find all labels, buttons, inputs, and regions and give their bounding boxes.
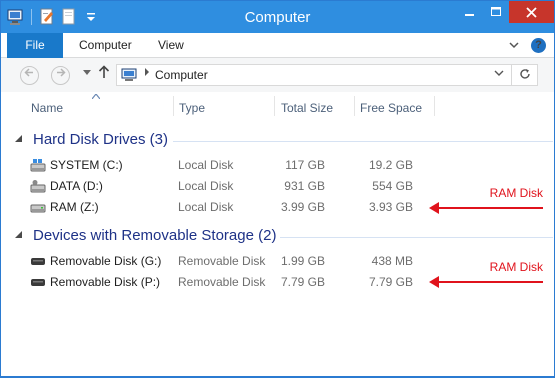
group-divider [280, 237, 553, 238]
forward-button[interactable] [51, 66, 70, 85]
drive-total-size: 931 GB [284, 179, 325, 193]
drive-total-size: 3.99 GB [280, 200, 325, 214]
drive-free-space: 3.93 GB [368, 200, 413, 214]
drive-total-size: 1.99 GB [280, 254, 325, 268]
column-divider[interactable] [173, 96, 174, 116]
minimize-icon [465, 14, 474, 16]
drive-row-removable-g[interactable]: Removable Disk (G:) Removable Disk 1.99 … [1, 251, 554, 272]
drive-name: SYSTEM (C:) [50, 158, 123, 172]
ram-disk-annotation: RAM Disk [429, 186, 543, 214]
explorer-window: Computer File Computer View ? Computer N… [0, 0, 555, 378]
tab-computer[interactable]: Computer [79, 33, 132, 58]
removable-drive-icon [30, 275, 46, 290]
forward-arrow-icon [57, 68, 66, 77]
title-bar[interactable]: Computer [1, 1, 554, 33]
group-header-removable-storage[interactable]: Devices with Removable Storage (2) [33, 227, 276, 244]
drive-total-size: 7.79 GB [280, 275, 325, 289]
window-border [1, 376, 554, 377]
ribbon-controls: ? [497, 38, 546, 53]
close-icon [526, 6, 537, 18]
back-button[interactable] [20, 66, 39, 85]
drive-free-space: 19.2 GB [368, 158, 413, 172]
drive-type: Local Disk [178, 158, 234, 172]
drive-type: Local Disk [178, 200, 234, 214]
column-divider[interactable] [354, 96, 355, 116]
windows-drive-icon [30, 158, 46, 173]
column-header-name[interactable]: Name [31, 101, 63, 115]
drive-row-system[interactable]: SYSTEM (C:) Local Disk 117 GB 19.2 GB [1, 155, 554, 176]
drive-name: Removable Disk (P:) [50, 275, 161, 289]
drive-type: Local Disk [178, 179, 234, 193]
navigation-bar: Computer [1, 58, 554, 92]
sort-ascending-icon [91, 92, 101, 101]
column-divider[interactable] [274, 96, 275, 116]
back-arrow-icon [24, 68, 33, 77]
annotation-label: RAM Disk [489, 186, 543, 200]
refresh-button[interactable] [512, 64, 538, 86]
tab-view[interactable]: View [158, 33, 184, 58]
removable-drive-icon [30, 254, 46, 269]
drive-total-size: 117 GB [285, 158, 325, 172]
drive-icon [30, 200, 46, 215]
column-headers: Name Type Total Size Free Space [1, 92, 554, 120]
drive-name: Removable Disk (G:) [50, 254, 162, 268]
drive-name: DATA (D:) [50, 179, 103, 193]
column-header-type[interactable]: Type [179, 101, 205, 115]
group-header-hard-disk-drives[interactable]: Hard Disk Drives (3) [33, 131, 168, 148]
column-header-free-space[interactable]: Free Space [360, 101, 422, 115]
ribbon-tabs: File Computer View ? [1, 33, 554, 58]
collapse-group-icon[interactable] [14, 230, 23, 241]
help-icon[interactable]: ? [531, 38, 546, 53]
drive-free-space: 438 MB [371, 254, 413, 268]
minimize-button[interactable] [457, 1, 483, 23]
up-arrow-icon [98, 65, 110, 78]
chevron-down-icon [83, 70, 91, 75]
computer-icon [121, 68, 137, 82]
maximize-button[interactable] [483, 1, 509, 23]
hard-drive-icon [30, 179, 46, 194]
arrow-line [437, 207, 543, 209]
close-button[interactable] [509, 1, 554, 23]
address-bar[interactable]: Computer [116, 64, 512, 86]
recent-locations-button[interactable] [83, 68, 91, 78]
breadcrumb-computer[interactable]: Computer [155, 68, 208, 82]
drive-free-space: 7.79 GB [368, 275, 413, 289]
refresh-icon [519, 69, 530, 79]
column-header-total-size[interactable]: Total Size [281, 101, 333, 115]
collapse-group-icon[interactable] [14, 134, 23, 145]
column-divider[interactable] [434, 96, 435, 116]
up-button[interactable] [98, 64, 110, 84]
drive-row-data[interactable]: DATA (D:) Local Disk 931 GB 554 GB [1, 176, 554, 197]
arrow-line [437, 281, 543, 283]
expand-ribbon-icon[interactable] [509, 40, 519, 52]
ram-disk-annotation: RAM Disk [429, 260, 543, 288]
address-dropdown-icon[interactable] [494, 69, 504, 80]
maximize-icon [491, 7, 501, 16]
annotation-label: RAM Disk [489, 260, 543, 274]
drive-free-space: 554 GB [372, 179, 413, 193]
drive-name: RAM (Z:) [50, 200, 99, 214]
tab-file[interactable]: File [7, 33, 63, 58]
breadcrumb-arrow-icon[interactable] [144, 68, 150, 78]
caption-buttons [457, 1, 554, 23]
group-divider [173, 141, 553, 142]
